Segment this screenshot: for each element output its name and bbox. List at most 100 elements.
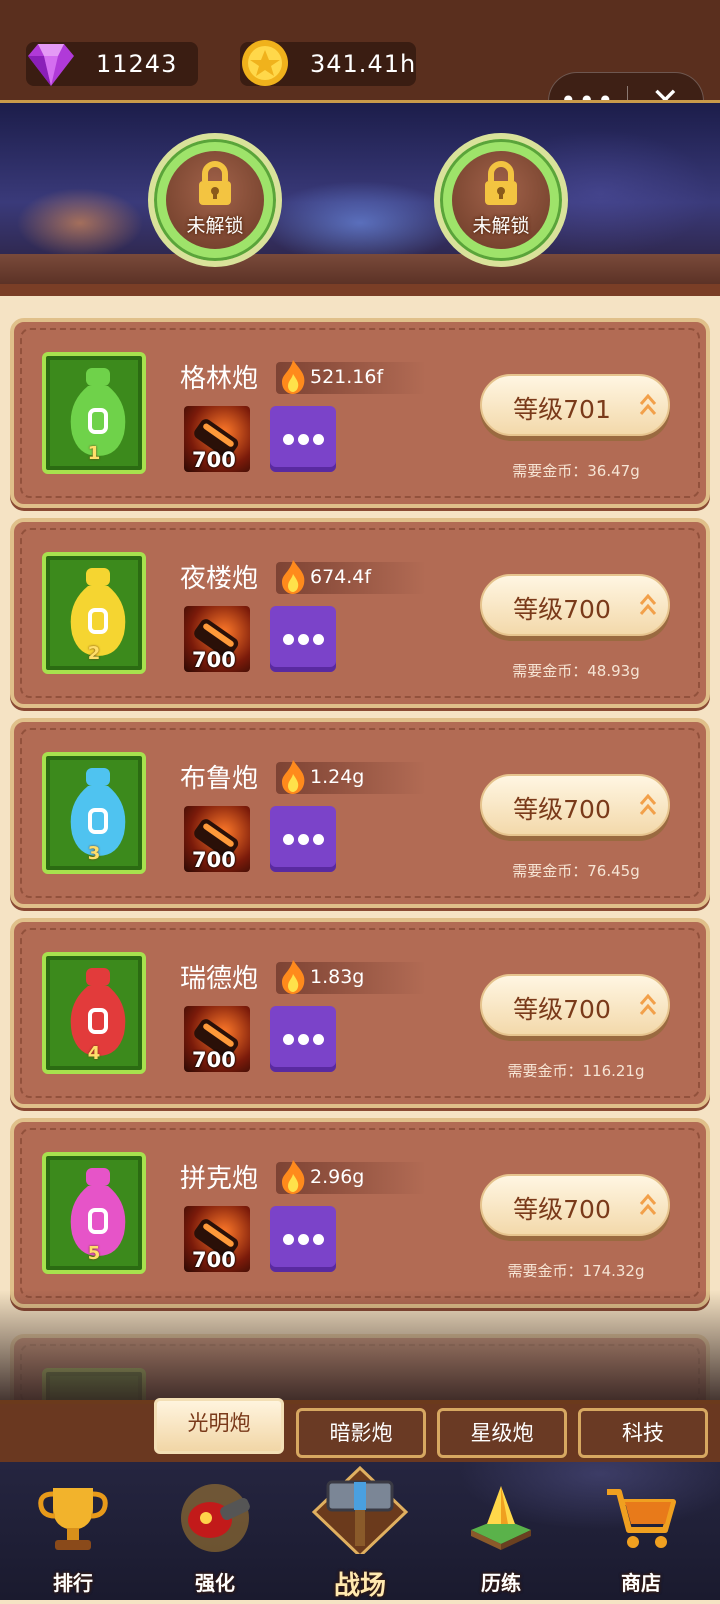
- fire-icon: [282, 360, 305, 394]
- more-skills-button[interactable]: [270, 606, 336, 672]
- nav-rank[interactable]: 排行: [18, 1478, 128, 1604]
- double-arrow-up-icon: [639, 1193, 657, 1215]
- nav-shop-label: 商店: [621, 1571, 661, 1595]
- locked-slot-inner: 未解锁: [166, 151, 264, 249]
- upgrade-cost: 需要金币：36.47g: [512, 462, 640, 480]
- double-arrow-up-icon: [639, 793, 657, 815]
- nav-battle-label: 战场: [333, 1571, 386, 1601]
- cannon-icon-box[interactable]: 3: [42, 752, 146, 874]
- cannon-power: 1.24g: [276, 760, 426, 794]
- tab-tech[interactable]: 科技: [578, 1408, 708, 1458]
- cannon-rank: 5: [87, 1243, 101, 1264]
- cannon-power-value: 1.24g: [310, 766, 365, 788]
- cannon-icon-box[interactable]: 4: [42, 952, 146, 1074]
- nav-rank-label: 排行: [53, 1571, 93, 1595]
- cannon-name: 格林炮: [180, 364, 259, 394]
- level-label: 等级700: [513, 1195, 611, 1224]
- category-tabbar: 光明炮 暗影炮 星级炮 科技: [0, 1398, 720, 1462]
- level-up-button[interactable]: 等级700: [480, 774, 670, 836]
- tab-shadow-cannon[interactable]: 暗影炮: [296, 1408, 426, 1458]
- upgrade-cost: 需要金币：116.21g: [507, 1062, 645, 1080]
- locked-slot-label: 未解锁: [472, 215, 530, 237]
- level-up-button[interactable]: 等级701: [480, 374, 670, 436]
- skill-level: 700: [192, 1248, 236, 1272]
- upgrade-cost: 需要金币：48.93g: [512, 662, 640, 680]
- tab-light-cannon[interactable]: 光明炮: [154, 1398, 284, 1454]
- skill-icon[interactable]: 700: [184, 1006, 250, 1072]
- cannon-power: 521.16f: [276, 360, 426, 394]
- lock-icon: [199, 161, 231, 205]
- locked-slot-label: 未解锁: [186, 215, 244, 237]
- cannon-icon-box[interactable]: 2: [42, 552, 146, 674]
- nav-battle[interactable]: 战场: [298, 1465, 422, 1604]
- cannon-power-value: 2.96g: [310, 1166, 365, 1188]
- double-arrow-up-icon: [639, 593, 657, 615]
- cannon-name: 瑞德炮: [180, 964, 259, 994]
- fire-icon: [282, 560, 305, 594]
- level-up-button[interactable]: 等级700: [480, 1174, 670, 1236]
- level-label: 等级700: [513, 995, 611, 1024]
- level-up-button[interactable]: 等级700: [480, 974, 670, 1036]
- more-skills-button[interactable]: [270, 406, 336, 472]
- double-arrow-up-icon: [639, 993, 657, 1015]
- nav-training[interactable]: 历练: [446, 1478, 556, 1604]
- nav-training-label: 历练: [481, 1571, 521, 1595]
- more-skills-button[interactable]: [270, 806, 336, 872]
- shopping-cart-icon: [607, 1489, 676, 1548]
- cannon-rank: 3: [87, 843, 101, 864]
- skill-level: 700: [192, 1048, 236, 1072]
- locked-slot-2[interactable]: 未解锁: [434, 133, 568, 267]
- island-icon: [471, 1486, 531, 1550]
- cannon-name: 布鲁炮: [180, 764, 259, 794]
- cannon-icon-box[interactable]: 1: [42, 352, 146, 474]
- upgrade-cannon-icon: [181, 1484, 250, 1552]
- double-arrow-up-icon: [639, 393, 657, 415]
- upgrade-cost: 需要金币：76.45g: [512, 862, 640, 880]
- cannon-name: 夜楼炮: [180, 564, 259, 594]
- level-label: 等级701: [513, 395, 611, 424]
- banner-floor: [0, 254, 720, 284]
- locked-slot-inner: 未解锁: [452, 151, 550, 249]
- cannon-rank: 2: [87, 643, 101, 664]
- more-skills-button[interactable]: [270, 1006, 336, 1072]
- fire-icon: [282, 960, 305, 994]
- cannon-power-value: 674.4f: [310, 566, 372, 588]
- cannon-card: 5 拼克炮 2.96g 700 等级700 需要金币：174.32g: [10, 1118, 710, 1308]
- cannon-icon-box[interactable]: 5: [42, 1152, 146, 1274]
- gold-count: 341.41h: [310, 50, 417, 78]
- scene-banner: 未解锁 未解锁: [0, 100, 720, 296]
- cannon-power: 2.96g: [276, 1160, 426, 1194]
- nav-upgrade-label: 强化: [195, 1571, 235, 1595]
- cannon-power: 674.4f: [276, 560, 426, 594]
- skill-icon[interactable]: 700: [184, 1206, 250, 1272]
- cannon-card: 2 夜楼炮 674.4f 700 等级700 需要金币：48.93g: [10, 518, 710, 708]
- fire-icon: [282, 760, 305, 794]
- skill-icon[interactable]: 700: [184, 406, 250, 472]
- cannon-card: 3 布鲁炮 1.24g 700 等级700 需要金币：76.45g: [10, 718, 710, 908]
- nav-shop[interactable]: 商店: [586, 1478, 696, 1604]
- gem-counter: 11243: [26, 42, 198, 86]
- gem-count: 11243: [96, 50, 178, 78]
- more-skills-button[interactable]: [270, 1206, 336, 1272]
- tab-star-cannon[interactable]: 星级炮: [437, 1408, 567, 1458]
- trophy-icon: [38, 1488, 108, 1550]
- locked-slot-1[interactable]: 未解锁: [148, 133, 282, 267]
- level-up-button[interactable]: 等级700: [480, 574, 670, 636]
- cannon-power: 1.83g: [276, 960, 426, 994]
- cannon-power-value: 1.83g: [310, 966, 365, 988]
- upgrade-cost: 需要金币：174.32g: [507, 1262, 645, 1280]
- skill-level: 700: [192, 448, 236, 472]
- gold-counter: 341.41h: [240, 40, 417, 86]
- diamond-icon: [28, 44, 74, 86]
- fire-icon: [282, 1160, 305, 1194]
- cannon-card: 1 格林炮 521.16f 700 等级701 需要金币：36.47g: [10, 318, 710, 508]
- skill-icon[interactable]: 700: [184, 606, 250, 672]
- skill-icon[interactable]: 700: [184, 806, 250, 872]
- bottom-panel: 光明炮 暗影炮 星级炮 科技 排行 强化 战场 历练 商店: [0, 1398, 720, 1601]
- cannon-card: 4 瑞德炮 1.83g 700 等级700 需要金币：116.21g: [10, 918, 710, 1108]
- skill-level: 700: [192, 648, 236, 672]
- skill-level: 700: [192, 848, 236, 872]
- cannon-rank: 4: [87, 1043, 101, 1064]
- nav-upgrade[interactable]: 强化: [160, 1478, 270, 1604]
- cannon-name: 拼克炮: [180, 1164, 259, 1194]
